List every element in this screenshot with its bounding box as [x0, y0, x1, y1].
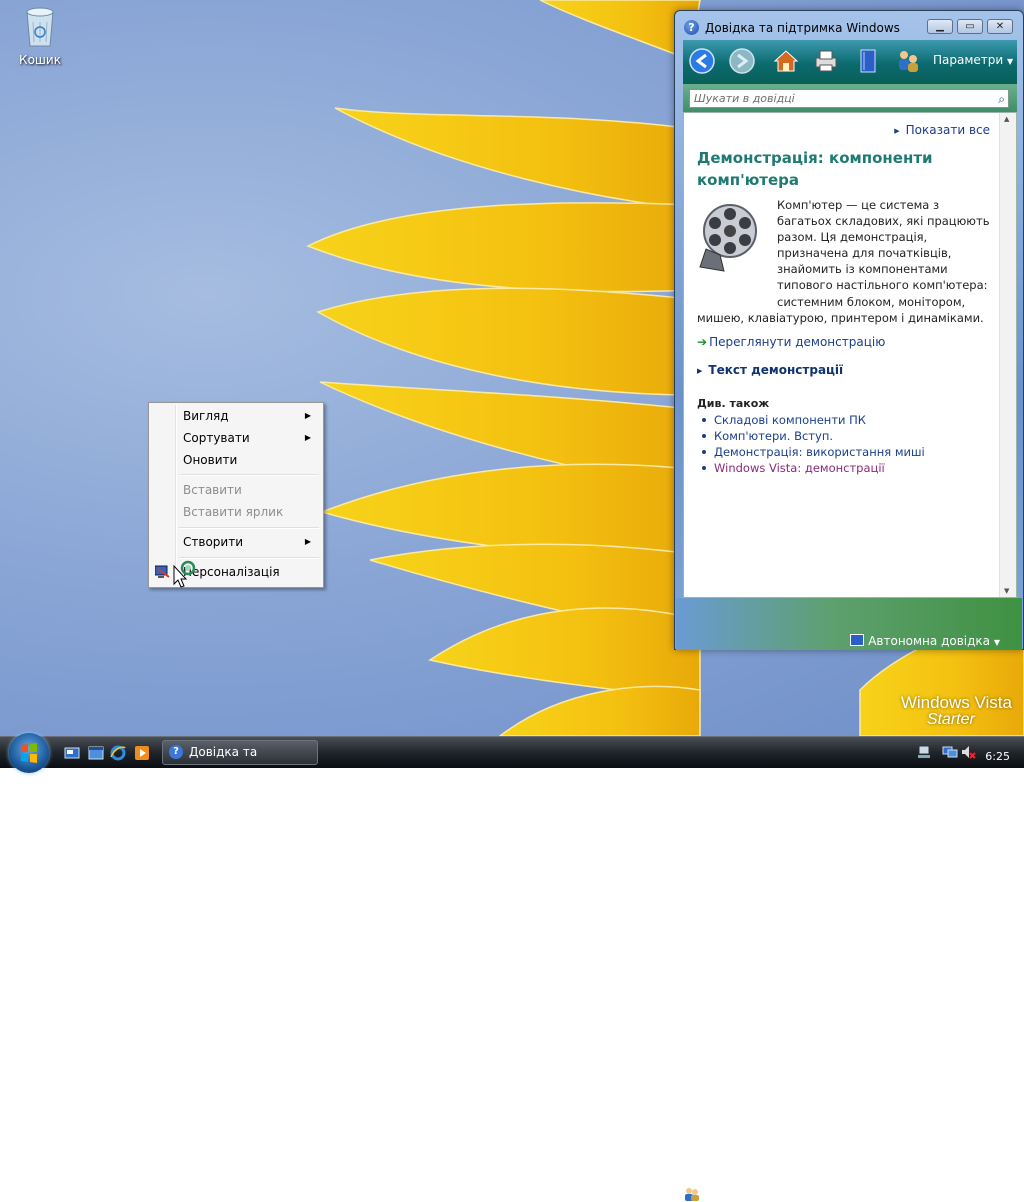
menu-separator — [179, 474, 319, 476]
internet-explorer-icon[interactable] — [110, 745, 126, 761]
chevron-down-icon: ▼ — [1007, 57, 1014, 66]
submenu-arrow-icon: ▶ — [304, 537, 311, 546]
maximize-icon: ▭ — [965, 21, 975, 32]
help-search-input[interactable]: Шукати в довідці ⌕ — [689, 89, 1009, 108]
view-demo-label: Переглянути демонстрацію — [709, 335, 886, 349]
brand-line1: Windows Vista — [900, 693, 1012, 712]
see-also-link[interactable]: Демонстрація: використання миші — [700, 444, 925, 460]
view-demo-link[interactable]: ➔ Переглянути демонстрацію — [697, 335, 885, 349]
menu-separator — [179, 557, 319, 559]
content-scrollbar[interactable]: ▲ ▼ — [999, 113, 1016, 597]
menu-item-label: Вставити — [183, 483, 242, 497]
recycle-bin[interactable]: Кошик — [12, 4, 68, 67]
options-menu[interactable]: Параметри ▼ — [933, 53, 1013, 67]
close-button[interactable]: ✕ — [987, 19, 1013, 34]
page-title: Демонстрація: компоненти комп'ютера — [697, 149, 933, 189]
menu-separator — [179, 527, 319, 529]
search-icon[interactable]: ⌕ — [998, 91, 1005, 108]
start-button[interactable] — [9, 733, 49, 773]
help-and-support-window: ? Довідка та підтримка Windows ▁ ▭ ✕ Пар… — [674, 10, 1024, 1202]
people-icon — [685, 1188, 699, 1201]
minimize-button[interactable]: ▁ — [927, 19, 953, 34]
help-icon: ? — [169, 745, 183, 759]
arrow-right-icon: ➔ — [697, 335, 708, 349]
menu-item-label: Створити — [183, 535, 243, 549]
show-all-link[interactable]: Показати все — [894, 123, 990, 137]
home-button[interactable] — [771, 46, 801, 76]
menu-item-label: Оновити — [183, 453, 238, 467]
menu-item-paste-shortcut: Вставити ярлик — [151, 501, 321, 523]
recycle-bin-label: Кошик — [19, 53, 61, 67]
see-also-heading: Див. також — [697, 397, 770, 410]
see-also-link[interactable]: Комп'ютери. Вступ. — [700, 428, 925, 444]
forward-button[interactable] — [727, 46, 757, 76]
scroll-down-icon[interactable]: ▼ — [1004, 587, 1009, 595]
search-bar: Шукати в довідці ⌕ — [683, 84, 1017, 112]
switch-windows-icon[interactable] — [88, 745, 104, 761]
submenu-arrow-icon: ▶ — [304, 411, 311, 420]
taskbar-clock[interactable]: 6:25 — [985, 750, 1010, 763]
chevron-down-icon: ▼ — [993, 638, 1000, 647]
menu-item-paste: Вставити — [151, 479, 321, 501]
mouse-cursor-icon — [173, 560, 196, 588]
help-toolbar: Параметри ▼ — [683, 40, 1017, 84]
offline-help-label: Автономна довідка — [868, 634, 991, 648]
recycle-bin-icon — [26, 7, 54, 47]
maximize-button[interactable]: ▭ — [957, 19, 983, 34]
text-demo-toggle[interactable]: Текст демонстрації — [697, 363, 843, 377]
ask-link[interactable]: Спитати — [684, 1187, 757, 1202]
offline-help-menu[interactable]: Автономна довідка ▼ — [850, 634, 1000, 648]
volume-muted-icon[interactable] — [960, 744, 976, 760]
taskbar: ? Довідка та підтрим... 6:25 — [0, 733, 1024, 782]
system-tray: 6:25 — [912, 741, 1024, 765]
windows-vista-watermark: Windows Vista Starter — [901, 694, 1012, 728]
search-placeholder: Шукати в довідці — [694, 92, 795, 105]
help-footer: Спитати Автономна довідка ▼ — [676, 598, 1022, 1202]
network-icon[interactable] — [942, 744, 958, 760]
monitor-icon — [850, 634, 865, 646]
back-button[interactable] — [687, 46, 717, 76]
show-desktop-icon[interactable] — [64, 745, 80, 761]
print-button[interactable] — [811, 46, 841, 76]
menu-item-label: Сортувати — [183, 431, 250, 445]
help-icon: ? — [684, 20, 699, 35]
help-content-pane: Показати все Демонстрація: компоненти ко… — [683, 112, 1017, 598]
menu-item-view[interactable]: Вигляд ▶ — [151, 405, 321, 427]
submenu-arrow-icon: ▶ — [304, 433, 311, 442]
taskbar-button-help[interactable]: ? Довідка та підтрим... — [162, 740, 318, 782]
see-also-list: Складові компоненти ПК Комп'ютери. Вступ… — [700, 412, 925, 476]
minimize-icon: ▁ — [936, 21, 944, 32]
close-icon: ✕ — [995, 21, 1005, 32]
media-player-icon[interactable] — [134, 745, 150, 761]
ask-button[interactable] — [893, 46, 923, 76]
brand-line2: Starter — [926, 711, 975, 728]
personalize-icon — [155, 565, 170, 578]
see-also-link[interactable]: Windows Vista: демонстрації — [700, 460, 925, 476]
scroll-up-icon[interactable]: ▲ — [1004, 115, 1009, 123]
menu-item-sort[interactable]: Сортувати ▶ — [151, 427, 321, 449]
window-titlebar[interactable]: ? Довідка та підтримка Windows ▁ ▭ ✕ — [675, 11, 1023, 39]
taskbar-button-label: Довідка та підтрим... — [189, 745, 258, 782]
menu-item-label: Вигляд — [183, 409, 229, 423]
windows-logo-icon — [21, 743, 37, 763]
network-sharing-icon[interactable] — [916, 744, 932, 760]
window-title: Довідка та підтримка Windows — [705, 21, 900, 35]
browse-help-button[interactable] — [853, 46, 883, 76]
description-text: Комп'ютер — це система з багатьох складо… — [697, 197, 997, 326]
menu-item-refresh[interactable]: Оновити — [151, 449, 321, 471]
see-also-link[interactable]: Складові компоненти ПК — [700, 412, 925, 428]
options-label: Параметри — [933, 53, 1004, 67]
ask-label: Спитати — [703, 1188, 757, 1202]
menu-item-label: Вставити ярлик — [183, 505, 284, 519]
menu-item-new[interactable]: Створити ▶ — [151, 531, 321, 553]
